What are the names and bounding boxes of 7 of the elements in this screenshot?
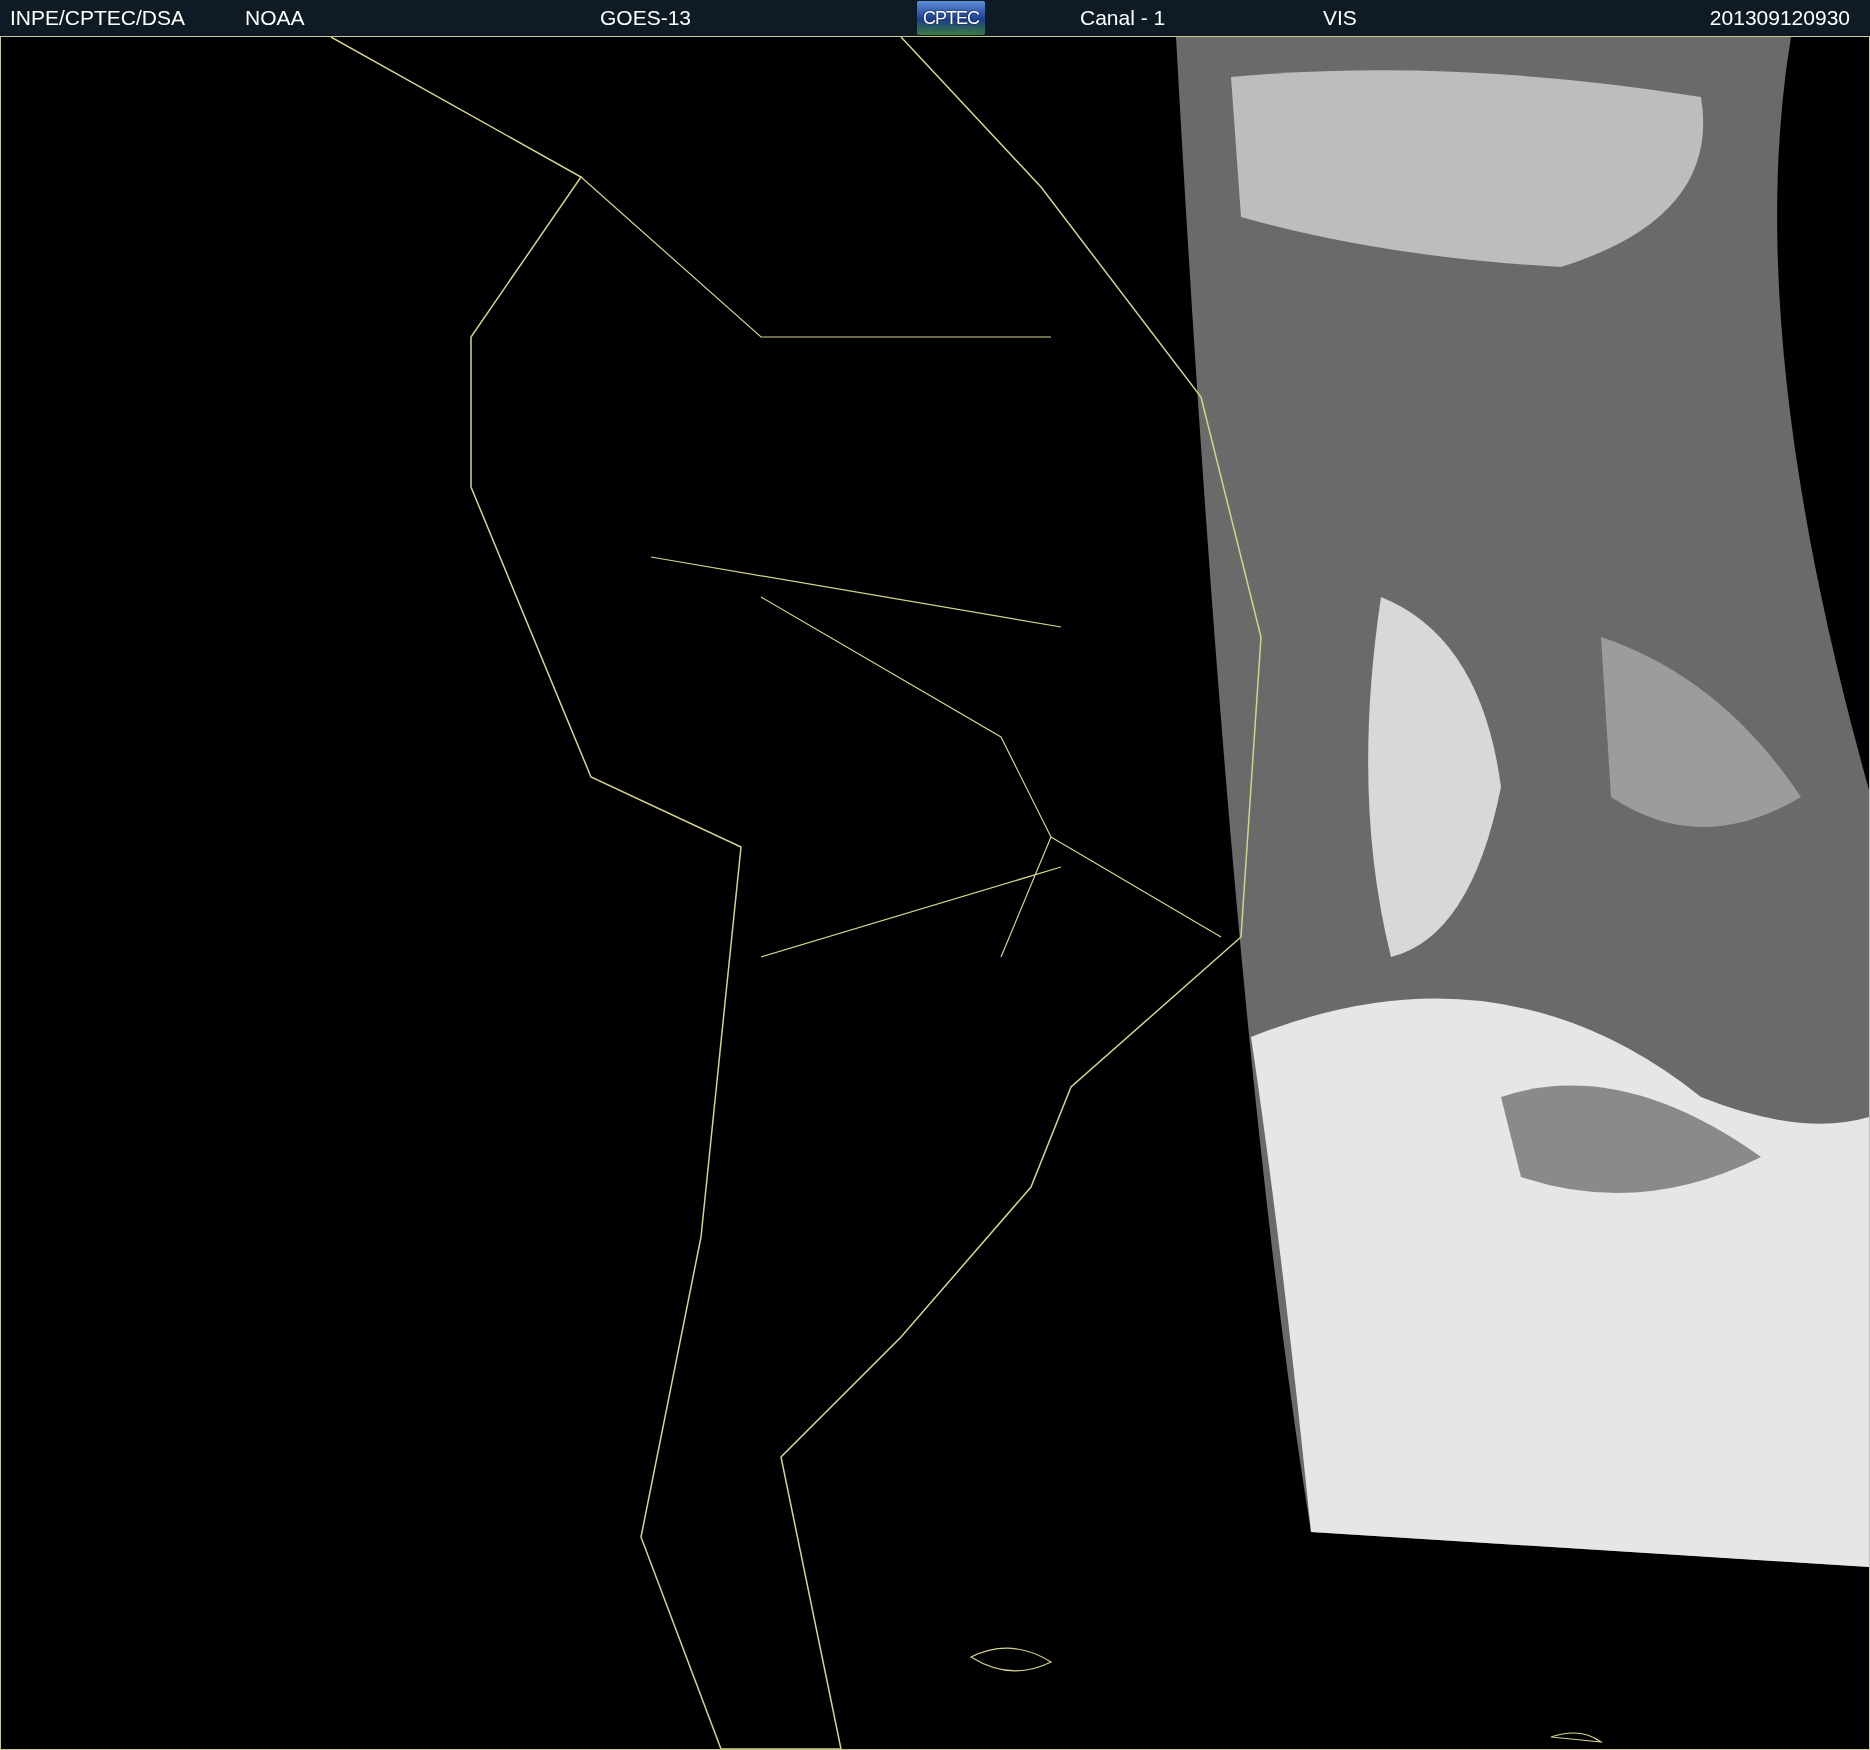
logo: CPTEC (917, 1, 985, 35)
agency-label: NOAA (245, 6, 306, 30)
band-label: VIS (1323, 6, 1358, 30)
satellite-label: GOES-13 (600, 6, 693, 30)
timestamp-label: 201309120930 (1709, 6, 1850, 30)
source-label: INPE/CPTEC/DSA (10, 6, 187, 30)
channel-label: Canal - 1 (1080, 6, 1167, 30)
